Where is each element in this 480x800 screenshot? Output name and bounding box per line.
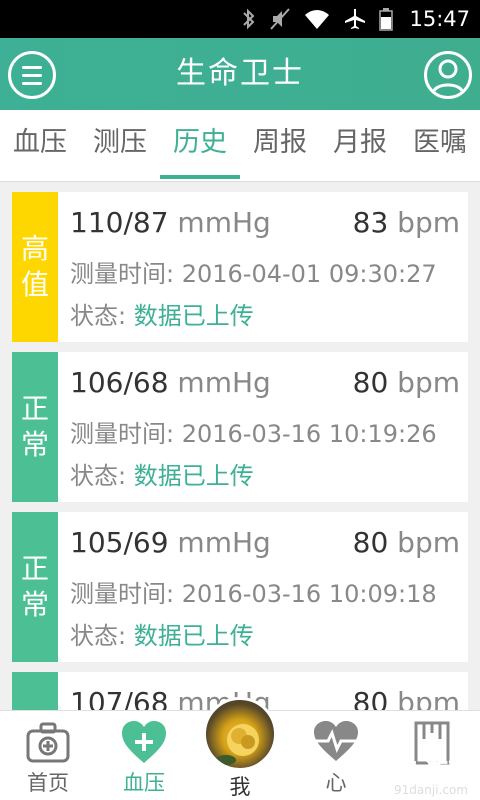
- tab-history[interactable]: 历史: [160, 110, 240, 181]
- nav-label: 首页: [27, 771, 69, 795]
- nav-blood-pressure[interactable]: 血压: [96, 711, 192, 800]
- bp-number: 107/68: [70, 686, 169, 710]
- bp-unit: mmHg: [168, 526, 271, 559]
- time-value: 2016-03-16 10:09:18: [181, 580, 437, 608]
- bp-number: 106/68: [70, 366, 169, 399]
- tab-measure[interactable]: 测压: [80, 110, 160, 181]
- mute-icon: [269, 7, 291, 31]
- status-value: 数据已上传: [133, 302, 254, 330]
- history-list[interactable]: 高 值 110/87 mmHg 83 bpm 测量时间: 2016-04-01 …: [0, 182, 480, 710]
- nav-label: 血压: [123, 771, 165, 795]
- upload-status: 状态: 数据已上传: [70, 616, 254, 651]
- watermark-subtext: 91danji.com: [394, 783, 468, 797]
- rose-photo: [216, 724, 259, 765]
- blood-pressure-value: 110/87 mmHg: [70, 206, 271, 239]
- pulse-unit: bpm: [388, 686, 460, 710]
- status-label: 状态:: [70, 302, 134, 330]
- measure-time: 测量时间: 2016-03-16 10:09:18: [70, 574, 437, 609]
- level-badge: 正 常: [12, 352, 58, 502]
- blood-pressure-value: 106/68 mmHg: [70, 366, 271, 399]
- pulse-unit: bpm: [388, 366, 460, 399]
- pulse-value: 83 bpm: [353, 206, 460, 239]
- level-text: 值: [20, 268, 49, 301]
- level-text: 正: [20, 392, 49, 425]
- time-value: 2016-04-01 09:30:27: [181, 260, 437, 288]
- bp-number: 110/87: [70, 206, 169, 239]
- tab-monthly-report[interactable]: 月报: [320, 110, 400, 181]
- status-value: 数据已上传: [133, 462, 254, 490]
- bp-number: 105/69: [70, 526, 169, 559]
- list-item[interactable]: 高 值 110/87 mmHg 83 bpm 测量时间: 2016-04-01 …: [12, 192, 468, 342]
- user-icon: [431, 59, 465, 95]
- pulse-number: 80: [352, 366, 389, 399]
- nav-home[interactable]: 首页: [0, 711, 96, 800]
- app-bar: 生命卫士: [0, 38, 480, 110]
- heart-plus-icon: [122, 721, 166, 763]
- status-value: 数据已上传: [133, 622, 254, 650]
- upload-status: 状态: 数据已上传: [70, 456, 254, 491]
- list-item[interactable]: 正 常 106/68 mmHg 80 bpm 测量时间: 2016-03-16 …: [12, 352, 468, 502]
- nav-me-label[interactable]: 我: [203, 771, 277, 800]
- status-label: 状态:: [70, 622, 134, 650]
- pulse-value: 80 bpm: [353, 686, 460, 710]
- tab-doctor-advice[interactable]: 医嘱: [400, 110, 480, 181]
- pulse-number: 80: [352, 526, 389, 559]
- pulse-number: 80: [352, 686, 389, 710]
- bp-unit: mmHg: [168, 366, 271, 399]
- airplane-icon: [343, 7, 367, 31]
- upload-status: 状态: 数据已上传: [70, 296, 254, 331]
- level-badge: 正 常: [12, 512, 58, 662]
- status-bar: 15:47: [0, 0, 480, 38]
- avatar[interactable]: [203, 697, 277, 771]
- measure-time: 测量时间: 2016-04-01 09:30:27: [70, 254, 437, 289]
- tab-bar: 血压 测压 历史 周报 月报 医嘱: [0, 110, 480, 182]
- measure-time: 测量时间: 2016-03-16 10:19:26: [70, 414, 437, 449]
- time-label: 测量时间:: [70, 260, 182, 288]
- level-text: 高: [20, 232, 49, 265]
- pulse-unit: bpm: [388, 206, 460, 239]
- status-label: 状态:: [70, 462, 134, 490]
- profile-button[interactable]: [424, 51, 472, 99]
- watermark: 91游戏 91danji.com: [314, 747, 474, 799]
- blood-pressure-value: 105/69 mmHg: [70, 526, 271, 559]
- time-value: 2016-03-16 10:19:26: [181, 420, 437, 448]
- medical-kit-icon: [26, 722, 70, 763]
- bottom-nav: 首页 血压 我 心 91游戏 91danji.com: [0, 697, 480, 800]
- tab-blood-pressure[interactable]: 血压: [0, 110, 80, 181]
- bluetooth-icon: [241, 7, 257, 31]
- pulse-number: 83: [352, 206, 389, 239]
- battery-icon: [379, 7, 394, 31]
- level-text: 常: [20, 588, 49, 621]
- time-label: 测量时间:: [70, 420, 182, 448]
- wifi-icon: [303, 7, 331, 31]
- bp-unit: mmHg: [168, 206, 271, 239]
- clock: 15:47: [409, 7, 470, 31]
- app-title: 生命卫士: [176, 56, 304, 91]
- level-badge: [12, 672, 58, 710]
- list-item[interactable]: 正 常 105/69 mmHg 80 bpm 测量时间: 2016-03-16 …: [12, 512, 468, 662]
- pulse-unit: bpm: [388, 526, 460, 559]
- tab-weekly-report[interactable]: 周报: [240, 110, 320, 181]
- time-label: 测量时间:: [70, 580, 182, 608]
- pulse-value: 80 bpm: [353, 366, 460, 399]
- level-text: 正: [20, 552, 49, 585]
- pulse-value: 80 bpm: [353, 526, 460, 559]
- level-text: 常: [20, 428, 49, 461]
- level-badge: 高 值: [12, 192, 58, 342]
